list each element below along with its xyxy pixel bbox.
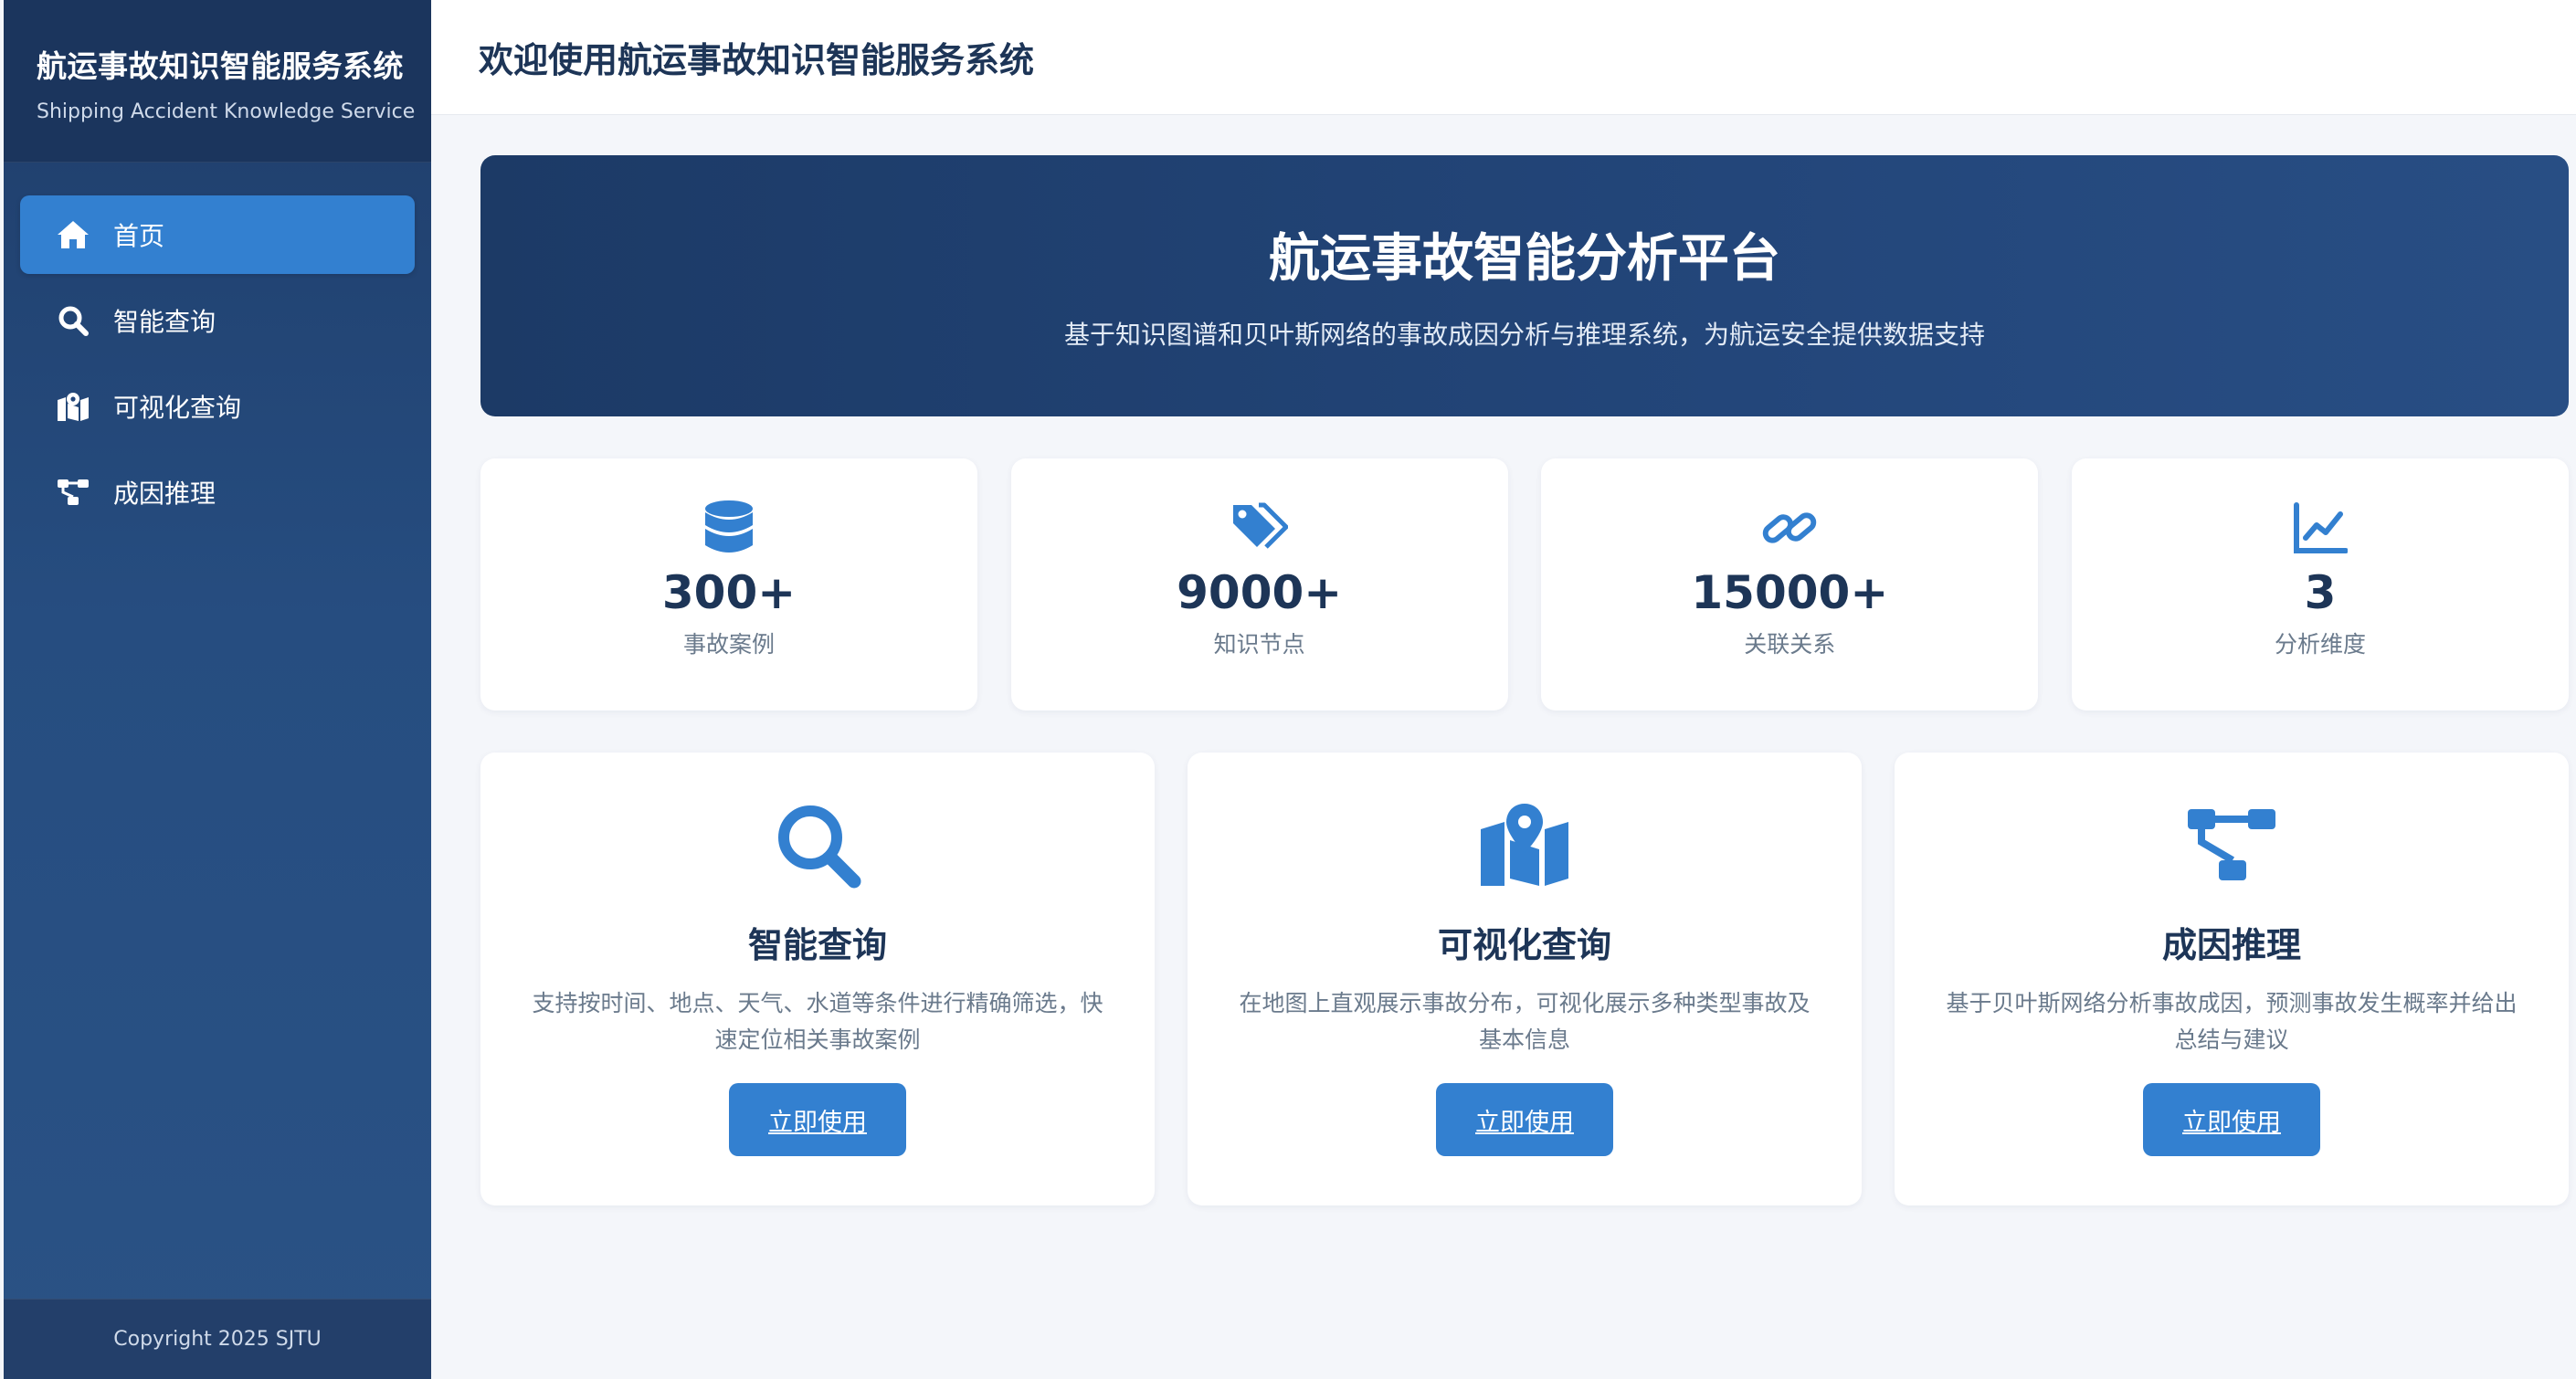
sidebar-item-visual[interactable]: 可视化查询 xyxy=(20,367,415,446)
sidebar-item-label: 首页 xyxy=(113,221,165,251)
feature-description: 基于贝叶斯网络分析事故成因，预测事故发生概率并给出总结与建议 xyxy=(1946,990,2518,1053)
stat-value: 300+ xyxy=(661,566,797,619)
sidebar-item-home[interactable]: 首页 xyxy=(20,195,415,274)
map-location-icon xyxy=(1474,795,1575,895)
sitemap-icon xyxy=(2181,795,2282,895)
sidebar-nav: 首页 智能查询 可视化查询 成因推理 xyxy=(4,163,431,532)
home-icon xyxy=(55,216,91,253)
stat-value: 9000+ xyxy=(1177,566,1343,619)
hero-title: 航运事故智能分析平台 xyxy=(1269,229,1780,289)
use-now-button[interactable]: 立即使用 xyxy=(729,1083,906,1156)
sidebar-item-label: 成因推理 xyxy=(113,479,216,509)
sidebar: 航运事故知识智能服务系统 Shipping Accident Knowledge… xyxy=(4,0,431,1379)
sidebar-item-label: 智能查询 xyxy=(113,307,216,337)
tags-icon xyxy=(1230,499,1289,557)
brand: 航运事故知识智能服务系统 Shipping Accident Knowledge… xyxy=(4,0,431,163)
sidebar-item-search[interactable]: 智能查询 xyxy=(20,281,415,360)
brand-subtitle: Shipping Accident Knowledge Service xyxy=(37,100,416,123)
hero-subtitle: 基于知识图谱和贝叶斯网络的事故成因分析与推理系统，为航运安全提供数据支持 xyxy=(1063,320,1985,350)
use-now-button[interactable]: 立即使用 xyxy=(2143,1083,2320,1156)
use-now-button[interactable]: 立即使用 xyxy=(1436,1083,1613,1156)
search-icon xyxy=(55,302,91,339)
feature-description: 在地图上直观展示事故分布，可视化展示多种类型事故及基本信息 xyxy=(1239,990,1811,1053)
stat-value: 3 xyxy=(2304,566,2337,619)
brand-title: 航运事故知识智能服务系统 xyxy=(37,48,404,84)
page-title: 欢迎使用航运事故知识智能服务系统 xyxy=(479,40,1035,80)
stat-card-cases: 300+ 事故案例 xyxy=(480,458,977,711)
feature-card-visual: 可视化查询 在地图上直观展示事故分布，可视化展示多种类型事故及基本信息 立即使用 xyxy=(1188,753,1862,1205)
stat-card-relations: 15000+ 关联关系 xyxy=(1541,458,2039,711)
stats-row: 300+ 事故案例 9000+ 知识节点 15000+ 关联关系 3 分析维度 xyxy=(480,458,2569,711)
database-icon xyxy=(700,499,758,557)
stat-card-dimensions: 3 分析维度 xyxy=(2071,458,2569,711)
stat-value: 15000+ xyxy=(1691,566,1889,619)
link-icon xyxy=(1760,499,1819,557)
hero-banner: 航运事故智能分析平台 基于知识图谱和贝叶斯网络的事故成因分析与推理系统，为航运安… xyxy=(480,155,2569,416)
feature-description: 支持按时间、地点、天气、水道等条件进行精确筛选，快速定位相关事故案例 xyxy=(532,990,1103,1053)
stat-label: 知识节点 xyxy=(1213,631,1305,658)
stat-label: 分析维度 xyxy=(2274,631,2366,658)
sidebar-item-reasoning[interactable]: 成因推理 xyxy=(20,453,415,532)
chart-line-icon xyxy=(2291,499,2349,557)
stat-label: 关联关系 xyxy=(1744,631,1836,658)
feature-title: 可视化查询 xyxy=(1437,925,1611,965)
feature-card-reasoning: 成因推理 基于贝叶斯网络分析事故成因，预测事故发生概率并给出总结与建议 立即使用 xyxy=(1895,753,2569,1205)
feature-card-search: 智能查询 支持按时间、地点、天气、水道等条件进行精确筛选，快速定位相关事故案例 … xyxy=(480,753,1155,1205)
map-icon xyxy=(55,388,91,425)
sitemap-icon xyxy=(55,474,91,511)
sidebar-item-label: 可视化查询 xyxy=(113,393,242,423)
search-icon xyxy=(767,795,868,895)
feature-cards: 智能查询 支持按时间、地点、天气、水道等条件进行精确筛选，快速定位相关事故案例 … xyxy=(480,753,2569,1205)
feature-title: 成因推理 xyxy=(2161,925,2301,965)
sidebar-footer: Copyright 2025 SJTU xyxy=(4,1299,431,1379)
stat-label: 事故案例 xyxy=(682,631,775,658)
top-header: 欢迎使用航运事故知识智能服务系统 xyxy=(431,0,2576,115)
feature-title: 智能查询 xyxy=(747,925,887,965)
stat-card-nodes: 9000+ 知识节点 xyxy=(1010,458,1508,711)
